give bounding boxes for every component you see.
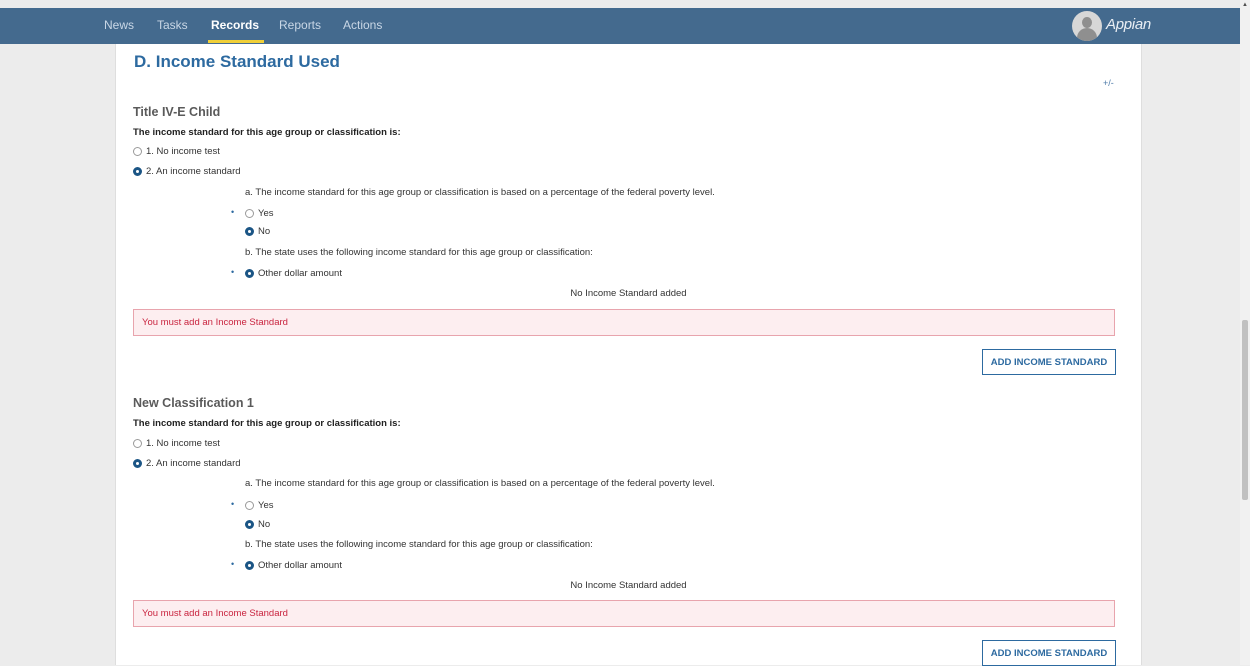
scrollbar-thumb[interactable] (1242, 320, 1248, 500)
sub-question-a: a. The income standard for this age grou… (245, 478, 715, 489)
option-label: 1. No income test (146, 438, 220, 449)
nav-records-label: Records (211, 18, 260, 32)
radio-selected-icon[interactable] (133, 167, 142, 176)
collapse-toggle[interactable]: +/- (1103, 78, 1114, 88)
page-scrollbar[interactable]: ▲ (1240, 0, 1250, 665)
radio-selected-icon[interactable] (245, 561, 254, 570)
scroll-up-arrow-icon[interactable]: ▲ (1242, 2, 1248, 8)
option-no-income-test[interactable]: 1. No income test (133, 146, 220, 157)
option-yes[interactable]: Yes (245, 208, 274, 219)
section-title: D. Income Standard Used (134, 52, 340, 71)
option-no[interactable]: No (245, 226, 270, 237)
option-label: Yes (258, 208, 274, 219)
sub-question-b: b. The state uses the following income s… (245, 539, 593, 550)
option-other-dollar-amount[interactable]: Other dollar amount (245, 560, 342, 571)
nav-tasks[interactable]: Tasks (157, 8, 188, 44)
form-card: D. Income Standard Used +/- Title IV-E C… (115, 44, 1142, 666)
nav-actions[interactable]: Actions (343, 8, 382, 44)
question-label: The income standard for this age group o… (133, 418, 401, 429)
add-income-standard-button[interactable]: ADD INCOME STANDARD (982, 349, 1116, 375)
nav-news[interactable]: News (104, 8, 134, 44)
brand-logo[interactable]: Appian (1106, 8, 1151, 42)
option-label: Other dollar amount (258, 268, 342, 279)
option-label: 2. An income standard (146, 458, 241, 469)
option-label: No (258, 519, 271, 530)
radio-unselected-icon[interactable] (245, 209, 254, 218)
bullet-icon: • (231, 499, 235, 509)
bullet-icon: • (231, 207, 235, 217)
validation-error: You must add an Income Standard (133, 600, 1115, 627)
option-label: 1. No income test (146, 146, 220, 157)
add-income-standard-button[interactable]: ADD INCOME STANDARD (982, 640, 1116, 666)
option-other-dollar-amount[interactable]: Other dollar amount (245, 268, 342, 279)
option-no-income-test[interactable]: 1. No income test (133, 438, 220, 449)
bullet-icon: • (231, 267, 235, 277)
bullet-icon: • (231, 559, 235, 569)
option-income-standard[interactable]: 2. An income standard (133, 458, 241, 469)
active-nav-indicator (208, 40, 265, 43)
group-title: New Classification 1 (133, 396, 254, 410)
radio-unselected-icon[interactable] (133, 439, 142, 448)
radio-unselected-icon[interactable] (245, 501, 254, 510)
sub-question-a: a. The income standard for this age grou… (245, 187, 715, 198)
option-income-standard[interactable]: 2. An income standard (133, 166, 241, 177)
radio-selected-icon[interactable] (245, 520, 254, 529)
option-label: 2. An income standard (146, 166, 241, 177)
empty-state-message: No Income Standard added (570, 580, 687, 591)
option-label: No (258, 226, 271, 237)
option-label: Yes (258, 500, 274, 511)
nav-reports[interactable]: Reports (279, 8, 321, 44)
radio-selected-icon[interactable] (245, 269, 254, 278)
radio-selected-icon[interactable] (133, 459, 142, 468)
radio-unselected-icon[interactable] (133, 147, 142, 156)
validation-error: You must add an Income Standard (133, 309, 1115, 336)
user-avatar-icon[interactable] (1072, 11, 1102, 41)
empty-state-message: No Income Standard added (570, 288, 687, 299)
sub-question-b: b. The state uses the following income s… (245, 247, 593, 258)
option-no[interactable]: No (245, 519, 270, 530)
top-nav-bar: News Tasks Records Reports Actions Appia… (0, 8, 1240, 44)
group-title: Title IV-E Child (133, 105, 221, 119)
option-label: Other dollar amount (258, 560, 342, 571)
option-yes[interactable]: Yes (245, 500, 274, 511)
nav-records[interactable]: Records (208, 8, 265, 44)
question-label: The income standard for this age group o… (133, 127, 401, 138)
radio-selected-icon[interactable] (245, 227, 254, 236)
